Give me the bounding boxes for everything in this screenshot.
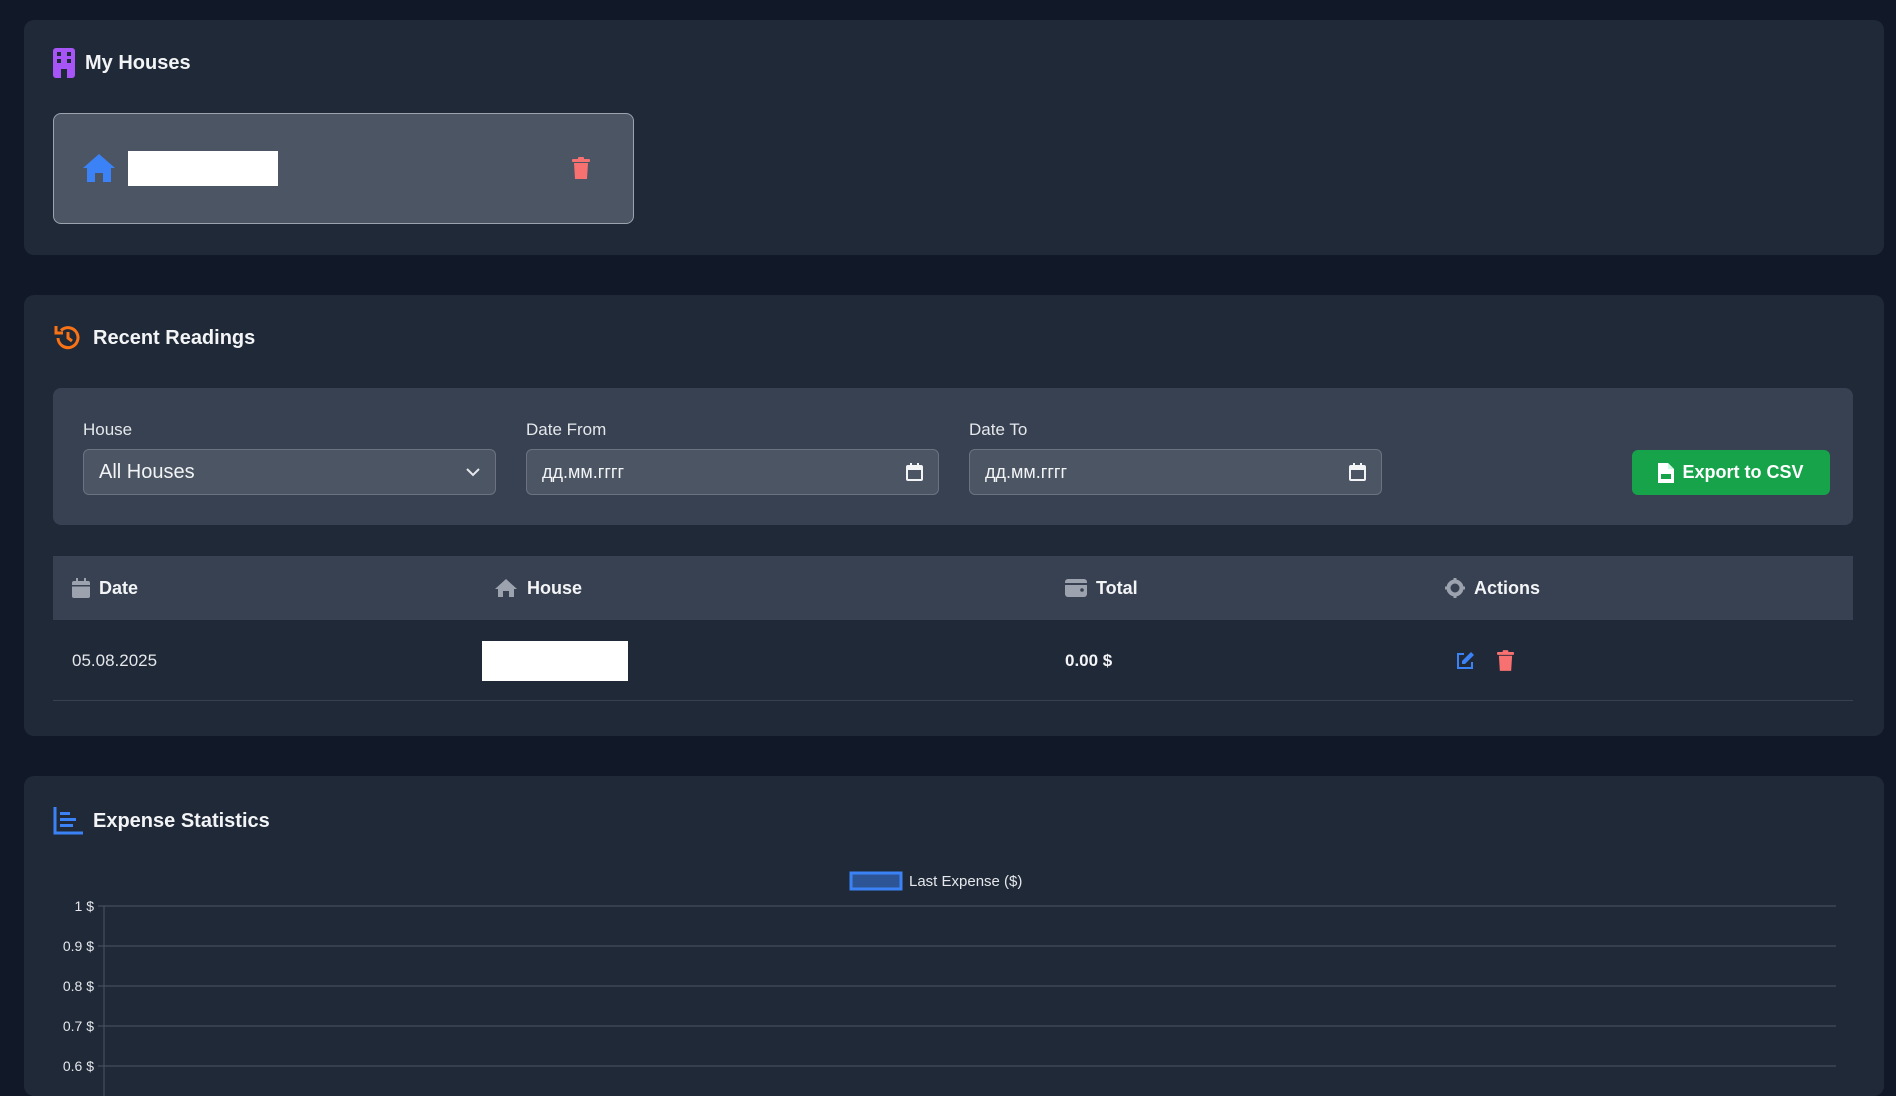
wallet-icon [1065,579,1087,597]
date-to-placeholder: дд.мм.гггг [985,461,1068,482]
date-from-placeholder: дд.мм.гггг [542,461,625,482]
recent-readings-card: Recent Readings House All Houses Date Fr… [24,295,1884,736]
column-header-date-label: Date [99,577,139,598]
gear-icon [1445,578,1465,598]
recent-readings-title: Recent Readings [93,326,256,349]
date-from-filter: Date From дд.мм.гггг [526,420,939,495]
y-tick-label: 0.6 $ [63,1058,94,1074]
house-filter: House All Houses [83,420,496,495]
date-to-label: Date To [969,420,1028,439]
my-houses-title: My Houses [85,51,191,74]
chevron-down-icon [466,467,480,476]
house-select-value: All Houses [99,460,195,483]
expense-chart: Last Expense ($) 1 $ 0.9 $ 0.8 $ 0.7 $ 0.6 $ [63,871,1836,1096]
home-icon [495,579,517,597]
building-icon [53,48,75,78]
my-houses-heading: My Houses [53,48,191,78]
calendar-icon[interactable] [906,463,923,481]
export-csv-button[interactable]: Export to CSV [1632,450,1830,495]
legend-swatch [849,871,903,891]
trash-icon [1497,650,1514,671]
trash-icon[interactable] [572,157,590,179]
my-houses-card: My Houses [24,20,1884,255]
history-icon [54,326,80,350]
row-total: 0.00 $ [1065,650,1113,670]
edit-icon [1457,651,1474,669]
delete-button[interactable] [1497,650,1514,671]
y-tick-label: 0.7 $ [63,1018,94,1034]
column-header-date[interactable]: Date [72,556,138,620]
house-name [128,151,278,186]
row-actions [1455,620,1536,701]
row-house [482,640,628,681]
date-to-filter: Date To дд.мм.гггг [969,420,1382,495]
table-row: 05.08.2025 0.00 $ [53,620,1853,701]
y-tick-label: 0.9 $ [63,938,94,954]
calendar-icon[interactable] [1349,463,1366,481]
readings-table-header: Date House Total Actions [53,556,1853,620]
csv-file-icon [1658,462,1675,483]
date-to-input[interactable]: дд.мм.гггг [969,449,1382,495]
calendar-icon [72,578,90,598]
edit-button[interactable] [1455,651,1475,671]
column-header-house[interactable]: House [494,556,582,620]
filter-panel: House All Houses Date From дд.мм.гггг Da… [53,388,1853,525]
expense-statistics-card: Expense Statistics Last Expense ($) 1 $0.… [24,776,1884,1096]
column-header-total[interactable]: Total [1065,556,1138,620]
column-header-actions: Actions [1445,556,1540,620]
house-filter-label: House [83,420,133,439]
y-tick-label: 1 $ [75,898,95,914]
house-card[interactable] [53,113,634,224]
home-icon [83,154,115,182]
row-date: 05.08.2025 [72,650,158,670]
date-from-label: Date From [526,420,607,439]
house-select[interactable]: All Houses [83,449,496,495]
date-from-input[interactable]: дд.мм.гггг [526,449,939,495]
column-header-house-label: House [527,577,583,598]
column-header-actions-label: Actions [1474,577,1541,598]
column-header-total-label: Total [1096,577,1138,598]
export-csv-label: Export to CSV [1682,462,1804,482]
legend-label: Last Expense ($) [909,873,1022,890]
y-tick-label: 0.8 $ [63,978,94,994]
recent-readings-heading: Recent Readings [53,323,255,353]
row-house-cell [482,620,628,701]
